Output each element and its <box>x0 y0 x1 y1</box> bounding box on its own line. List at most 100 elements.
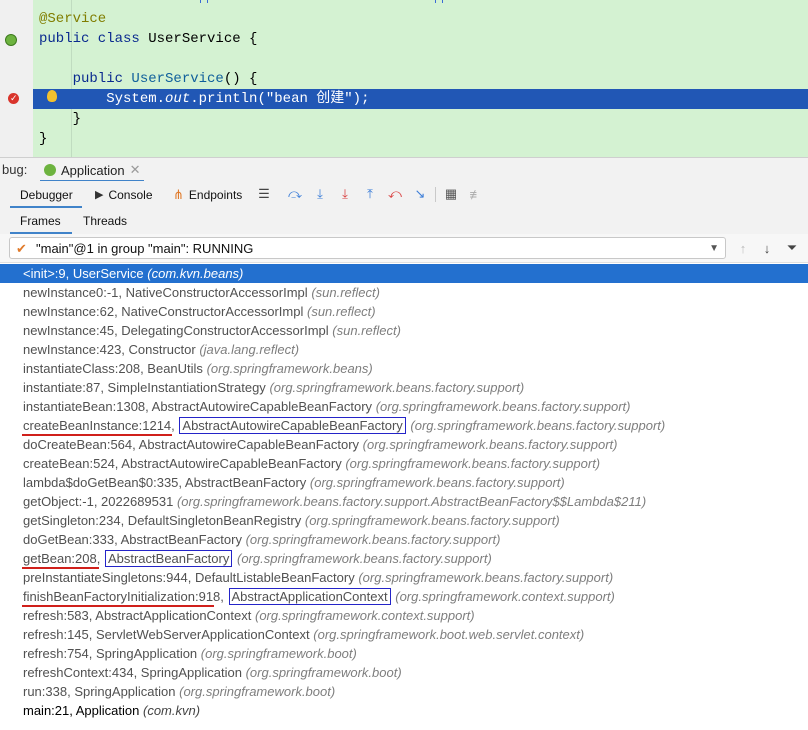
frame-method: lambda$doGetBean$0:335, AbstractBeanFact… <box>23 475 307 490</box>
spring-run-icon <box>44 164 56 176</box>
code-token: } <box>39 111 82 127</box>
arrow-up-icon[interactable]: ↑ <box>735 240 751 256</box>
code-token: UserService <box>131 71 224 87</box>
stack-frame[interactable]: finishBeanFactoryInitialization:918, Abs… <box>0 587 808 607</box>
stack-frame[interactable]: run:338, SpringApplication (org.springfr… <box>0 682 808 701</box>
stack-frame[interactable]: doCreateBean:564, AbstractAutowireCapabl… <box>0 435 808 454</box>
frame-method: newInstance:62, NativeConstructorAccesso… <box>23 304 304 319</box>
stack-frame[interactable]: createBeanInstance:1214, AbstractAutowir… <box>0 416 808 436</box>
tab-threads[interactable]: Threads <box>83 208 127 234</box>
tab-frames[interactable]: Frames <box>20 208 61 234</box>
frame-method: newInstance:423, Constructor <box>23 342 196 357</box>
step-out-icon[interactable]: ⤒ <box>362 186 378 202</box>
stack-frame[interactable]: lambda$doGetBean$0:335, AbstractBeanFact… <box>0 473 808 492</box>
frame-method: getBean:208 <box>23 551 97 566</box>
frame-package: (org.springframework.context.support) <box>254 608 475 623</box>
thread-dropdown[interactable]: ✔ "main"@1 in group "main": RUNNING ▼ <box>9 237 726 259</box>
code-token: public <box>39 71 132 87</box>
thread-label: "main"@1 in group "main": RUNNING <box>36 241 254 256</box>
stack-frame[interactable]: instantiate:87, SimpleInstantiationStrat… <box>0 378 808 397</box>
stack-frame[interactable]: newInstance:423, Constructor (java.lang.… <box>0 340 808 359</box>
frame-package: (com.kvn.beans) <box>147 266 244 281</box>
tab-console-label: Console <box>108 187 153 202</box>
close-icon[interactable]: ✕ <box>130 162 141 178</box>
frame-method: refresh:754, SpringApplication <box>23 646 198 661</box>
code-line[interactable]: public UserService() { <box>33 69 808 89</box>
code-line[interactable] <box>33 49 808 69</box>
stack-frame[interactable]: main:21, Application (com.kvn) <box>0 701 808 720</box>
tab-console[interactable]: ▶ Console <box>95 181 153 208</box>
frame-method: main:21, Application <box>23 703 140 718</box>
arrow-down-icon[interactable]: ↓ <box>759 240 775 256</box>
stack-frame[interactable]: refreshContext:434, SpringApplication (o… <box>0 663 808 682</box>
tab-debugger[interactable]: Debugger <box>20 181 73 208</box>
frame-package: (org.springframework.beans.factory.suppo… <box>309 475 565 490</box>
stack-frame[interactable]: <init>:9, UserService (com.kvn.beans) <box>0 264 808 283</box>
stack-frame[interactable]: getBean:208, AbstractBeanFactory (org.sp… <box>0 549 808 569</box>
stack-frame[interactable]: getSingleton:234, DefaultSingletonBeanRe… <box>0 511 808 530</box>
code-token: public class <box>39 31 149 47</box>
stack-frame[interactable]: instantiateBean:1308, AbstractAutowireCa… <box>0 397 808 416</box>
step-into-icon[interactable]: ⤓ <box>337 186 353 202</box>
endpoints-icon: ⋔ <box>173 186 184 202</box>
code-editor[interactable]: ✓ @Service public class UserService { pub… <box>0 0 808 157</box>
debug-label: bug: <box>2 162 28 177</box>
frames-list[interactable]: <init>:9, UserService (com.kvn.beans) new… <box>0 263 808 730</box>
intention-bulb-icon[interactable] <box>47 90 57 102</box>
code-line[interactable]: @Service <box>33 9 808 29</box>
frame-package: (java.lang.reflect) <box>199 342 300 357</box>
filter-icon[interactable]: ⏷ <box>784 240 800 256</box>
stack-frame[interactable]: refresh:583, AbstractApplicationContext … <box>0 606 808 625</box>
stack-frame[interactable]: createBean:524, AbstractAutowireCapableB… <box>0 454 808 473</box>
editor-gutter[interactable]: ✓ <box>0 0 34 157</box>
frame-package: (org.springframework.beans.factory.suppo… <box>176 494 647 509</box>
tab-debugger-label: Debugger <box>20 187 73 202</box>
run-to-cursor-icon[interactable]: ↘ <box>412 186 428 202</box>
tab-application[interactable]: Application ✕ <box>42 158 141 182</box>
drop-frame-icon[interactable]: ⤺ <box>387 186 403 202</box>
frame-package: (org.springframework.boot) <box>245 665 402 680</box>
code-area[interactable]: @Service public class UserService { publi… <box>33 0 808 157</box>
step-over-icon[interactable]: ⤓ <box>312 186 328 202</box>
frame-package: (sun.reflect) <box>306 304 376 319</box>
code-token: out <box>165 91 191 107</box>
stack-frame[interactable]: newInstance0:-1, NativeConstructorAccess… <box>0 283 808 302</box>
code-line[interactable]: System.out.println("bean 创建"); <box>33 89 808 109</box>
stack-frame[interactable]: instantiateClass:208, BeanUtils (org.spr… <box>0 359 808 378</box>
frame-package: (org.springframework.context.support) <box>395 589 615 604</box>
stack-frame[interactable]: refresh:754, SpringApplication (org.spri… <box>0 644 808 663</box>
thread-selector-row: ✔ "main"@1 in group "main": RUNNING ▼ ↑ … <box>0 234 808 263</box>
frame-method: newInstance:45, DelegatingConstructorAcc… <box>23 323 329 338</box>
breakpoint-check-icon: ✓ <box>10 93 18 103</box>
show-execution-point-icon[interactable]: ⤼ <box>287 186 303 202</box>
frame-package: (org.springframework.beans) <box>206 361 373 376</box>
frame-package: (com.kvn) <box>142 703 201 718</box>
stack-frame[interactable]: getObject:-1, 2022689531 (org.springfram… <box>0 492 808 511</box>
frame-method: getObject:-1, 2022689531 <box>23 494 174 509</box>
frame-method: instantiateClass:208, BeanUtils <box>23 361 203 376</box>
debug-tool-window-header: bug: Application ✕ <box>0 157 808 183</box>
stack-frame[interactable]: newInstance:45, DelegatingConstructorAcc… <box>0 321 808 340</box>
frame-method: <init>:9, UserService <box>23 266 144 281</box>
frame-package: (org.springframework.beans.factory.suppo… <box>362 437 618 452</box>
tab-endpoints[interactable]: ⋔ Endpoints <box>173 181 242 208</box>
trace-icon[interactable]: ≢ <box>468 186 484 202</box>
spring-bean-icon[interactable] <box>5 34 17 46</box>
stack-frame[interactable]: refresh:145, ServletWebServerApplication… <box>0 625 808 644</box>
code-line[interactable]: public class UserService { <box>33 29 808 49</box>
frame-method: refreshContext:434, SpringApplication <box>23 665 242 680</box>
code-line[interactable]: } <box>33 129 808 149</box>
stack-frame[interactable]: doGetBean:333, AbstractBeanFactory (org.… <box>0 530 808 549</box>
frame-package: (org.springframework.beans.factory.suppo… <box>375 399 631 414</box>
frame-method: preInstantiateSingletons:944, DefaultLis… <box>23 570 355 585</box>
evaluate-icon[interactable]: ▦ <box>443 186 459 202</box>
frame-package: (org.springframework.boot) <box>179 684 336 699</box>
frame-package: (org.springframework.boot.web.servlet.co… <box>313 627 585 642</box>
menu-icon[interactable]: ☰ <box>256 186 272 202</box>
stack-frame[interactable]: newInstance:62, NativeConstructorAccesso… <box>0 302 808 321</box>
frame-class-highlight: AbstractAutowireCapableBeanFactory <box>179 417 406 434</box>
toolbar-separator <box>435 187 436 202</box>
code-line[interactable]: } <box>33 109 808 129</box>
debug-toolbar: Debugger ▶ Console ⋔ Endpoints ☰ ⤼ ⤓ ⤓ ⤒… <box>0 181 808 209</box>
stack-frame[interactable]: preInstantiateSingletons:944, DefaultLis… <box>0 568 808 587</box>
